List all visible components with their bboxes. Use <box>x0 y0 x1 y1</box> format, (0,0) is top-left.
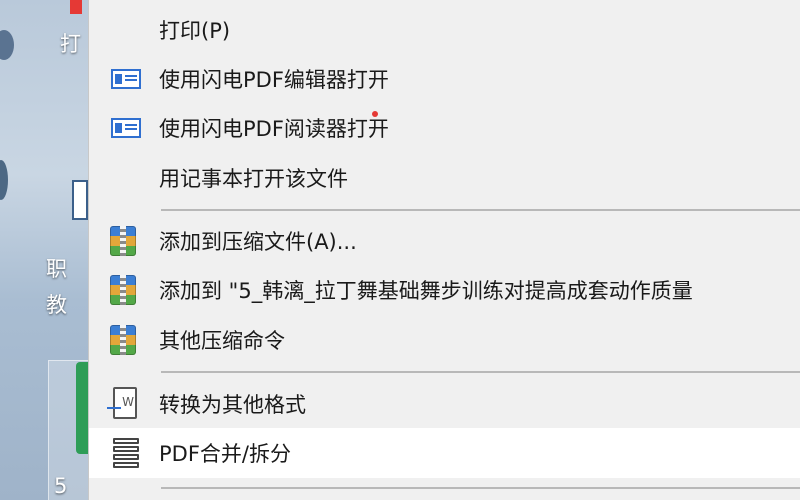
desktop-file-icon[interactable] <box>70 0 82 14</box>
menu-item-label: 使用闪电PDF阅读器打开 <box>159 117 389 141</box>
desktop-icon-label: 职 <box>46 257 67 281</box>
pdf-merge-split-icon <box>113 438 139 468</box>
menu-item-label: 添加到 "5_韩漓_拉丁舞基础舞步训练对提高成套动作质量 <box>159 279 693 303</box>
menu-item-label: 其他压缩命令 <box>159 329 285 353</box>
menu-item-label: PDF合并/拆分 <box>159 442 291 466</box>
desktop-background: 打 职 教 5 <box>0 0 88 500</box>
menu-item-open-pdf-editor[interactable]: 使用闪电PDF编辑器打开 <box>89 54 800 104</box>
desktop-selected-file-icon[interactable] <box>76 362 88 454</box>
desktop-icon-label: 5 <box>54 474 68 498</box>
desktop-document-icon[interactable] <box>72 180 88 220</box>
archive-icon <box>110 325 136 355</box>
menu-item-other-compress-commands[interactable]: 其他压缩命令 <box>89 315 800 365</box>
archive-icon <box>110 226 136 256</box>
menu-item-print[interactable]: 打印(P) <box>89 5 800 55</box>
menu-item-label: 转换为其他格式 <box>159 393 306 417</box>
menu-item-add-to-named-archive[interactable]: 添加到 "5_韩漓_拉丁舞基础舞步训练对提高成套动作质量 <box>89 265 800 315</box>
menu-item-open-notepad[interactable]: 用记事本打开该文件 <box>89 153 800 203</box>
menu-item-label: 添加到压缩文件(A)... <box>159 230 357 254</box>
desktop-icon-label: 教 <box>46 293 67 317</box>
menu-item-label: 用记事本打开该文件 <box>159 167 348 191</box>
menu-item-pdf-merge-split[interactable]: PDF合并/拆分 <box>89 428 800 478</box>
convert-format-icon <box>107 387 137 419</box>
menu-separator <box>161 371 800 373</box>
menu-item-label: 使用闪电PDF编辑器打开 <box>159 68 389 92</box>
pdf-editor-icon <box>111 69 141 89</box>
menu-separator <box>161 487 800 489</box>
notification-dot <box>372 111 378 117</box>
pdf-reader-icon <box>111 118 141 138</box>
menu-item-open-pdf-reader[interactable]: 使用闪电PDF阅读器打开 <box>89 103 800 153</box>
desktop-shortcut-icon[interactable] <box>0 160 8 200</box>
desktop-shortcut-icon[interactable] <box>0 30 14 60</box>
menu-separator <box>161 209 800 211</box>
menu-item-label: 打印(P) <box>159 19 231 43</box>
menu-item-convert-format[interactable]: 转换为其他格式 <box>89 379 800 429</box>
desktop-icon-label: 打 <box>60 32 81 56</box>
menu-item-add-to-archive[interactable]: 添加到压缩文件(A)... <box>89 216 800 266</box>
archive-icon <box>110 275 136 305</box>
context-menu: 打印(P) 使用闪电PDF编辑器打开 使用闪电PDF阅读器打开 用记事本打开该文… <box>88 0 800 500</box>
